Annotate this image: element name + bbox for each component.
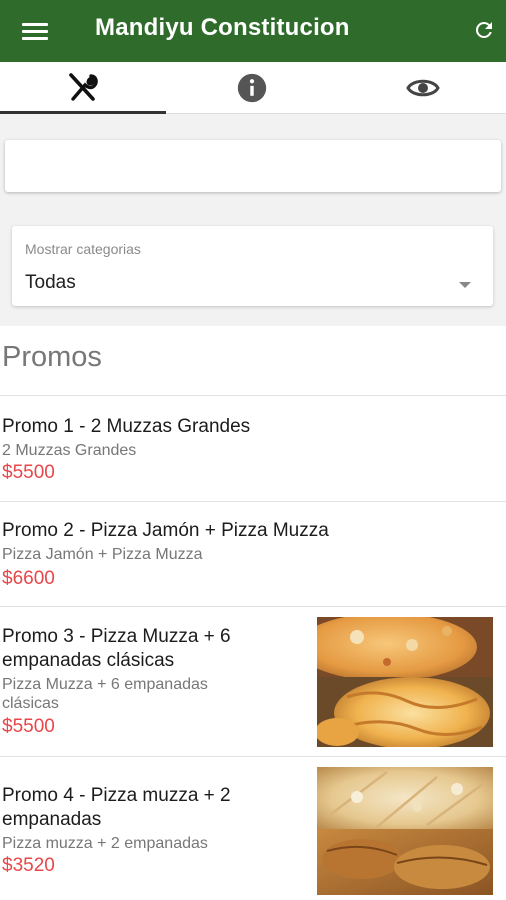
item-name: Promo 1 - 2 Muzzas Grandes (2, 416, 251, 437)
item-price: $3520 (2, 855, 55, 876)
item-description: 2 Muzzas Grandes (2, 442, 137, 459)
menu-icon[interactable] (20, 18, 50, 44)
chevron-down-icon (459, 282, 471, 288)
tab-bar (0, 62, 506, 114)
category-select-value: Todas (25, 272, 76, 293)
menu-list: Promos Promo 1 - 2 Muzzas Grandes 2 Muzz… (0, 326, 506, 900)
app-bar: Mandiyu Constitucion (0, 0, 506, 62)
item-name: Promo 3 - Pizza Muzza + 6 empanadas clás… (2, 626, 231, 671)
tab-reviews[interactable] (340, 62, 506, 114)
item-price: $6600 (2, 568, 55, 589)
item-description: Pizza Jamón + Pizza Muzza (2, 546, 203, 563)
item-price: $5500 (2, 462, 55, 483)
search-input[interactable] (5, 140, 501, 192)
item-price: $5500 (2, 716, 55, 737)
pizza-and-empanadas-photo (317, 767, 493, 895)
list-item[interactable]: Promo 2 - Pizza Jamón + Pizza Muzza Pizz… (0, 501, 506, 606)
active-tab-indicator (0, 111, 166, 114)
category-select-label: Mostrar categorias (25, 241, 141, 257)
app-title: Mandiyu Constitucion (95, 14, 350, 41)
fork-knife-icon (69, 73, 98, 101)
item-description: Pizza Muzza + 6 empanadas clásicas (2, 676, 208, 712)
list-item[interactable]: Promo 3 - Pizza Muzza + 6 empanadas clás… (0, 606, 506, 756)
tab-info[interactable] (168, 62, 336, 114)
refresh-icon[interactable] (472, 18, 496, 42)
item-name: Promo 4 - Pizza muzza + 2 empanadas (2, 785, 231, 830)
section-title: Promos (2, 341, 102, 373)
eye-icon (406, 79, 440, 97)
item-description: Pizza muzza + 2 empanadas (2, 835, 208, 852)
info-icon (237, 73, 267, 103)
tab-menu[interactable] (0, 62, 166, 114)
pizza-and-empanadas-photo (317, 617, 493, 747)
list-item[interactable]: Promo 4 - Pizza muzza + 2 empanadas Pizz… (0, 756, 506, 900)
list-item[interactable]: Promo 1 - 2 Muzzas Grandes 2 Muzzas Gran… (0, 395, 506, 501)
item-name: Promo 2 - Pizza Jamón + Pizza Muzza (2, 520, 329, 541)
category-select[interactable]: Mostrar categorias Todas (12, 226, 493, 306)
